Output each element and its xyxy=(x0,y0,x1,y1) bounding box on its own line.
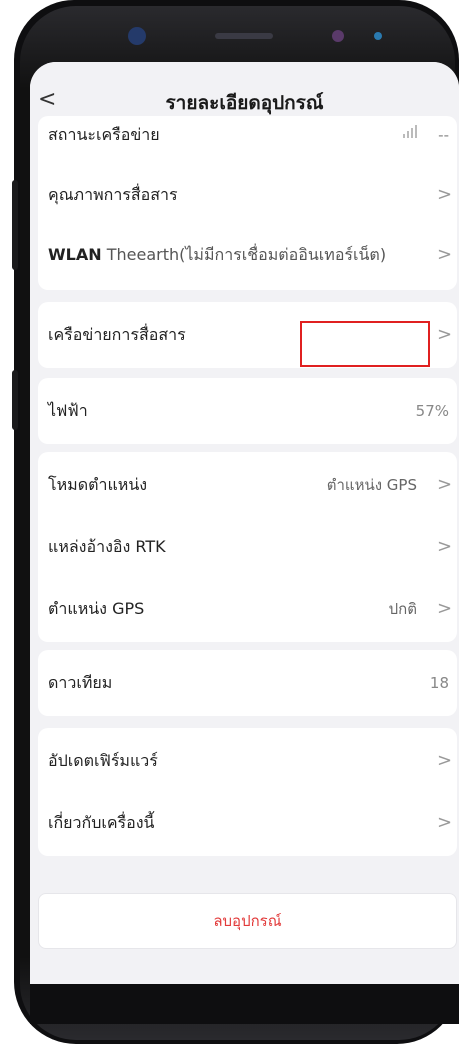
app-screen: < รายละเอียดอุปกรณ์ สถานะเครือข่าย -- คุ… xyxy=(30,62,459,984)
row-label: แหล่งอ้างอิง RTK xyxy=(48,537,166,556)
battery-value: 57% xyxy=(415,402,449,420)
chevron-right-icon: > xyxy=(437,598,453,619)
network-status-value: -- xyxy=(438,126,449,144)
volume-button xyxy=(12,180,18,270)
earpiece-speaker xyxy=(215,33,273,39)
gps-position-row[interactable]: ตำแหน่ง GPS ปกติ > xyxy=(38,576,457,642)
row-label: อัปเดตเฟิร์มแวร์ xyxy=(48,751,158,770)
about-card: อัปเดตเฟิร์มแวร์ > เกี่ยวกับเครื่องนี้ > xyxy=(38,728,457,856)
firmware-update-row[interactable]: อัปเดตเฟิร์มแวร์ > xyxy=(38,728,457,794)
satellite-count: 18 xyxy=(429,674,449,692)
position-card: โหมดตำแหน่ง ตำแหน่ง GPS > แหล่งอ้างอิง R… xyxy=(38,452,457,642)
chevron-right-icon: > xyxy=(437,536,453,557)
signal-icon xyxy=(403,124,421,138)
satellite-card: ดาวเทียม 18 xyxy=(38,650,457,716)
delete-device-button[interactable]: ลบอุปกรณ์ xyxy=(38,893,457,949)
about-device-row[interactable]: เกี่ยวกับเครื่องนี้ > xyxy=(38,790,457,856)
highlight-box xyxy=(300,321,430,367)
phone-bottom-bezel xyxy=(30,984,459,1024)
gps-position-value: ปกติ xyxy=(388,600,417,618)
row-label: เครือข่ายการสื่อสาร xyxy=(48,325,186,344)
row-label: เกี่ยวกับเครื่องนี้ xyxy=(48,813,155,832)
comm-quality-row[interactable]: คุณภาพการสื่อสาร > xyxy=(38,162,457,228)
rtk-source-row[interactable]: แหล่งอ้างอิง RTK > xyxy=(38,514,457,580)
wlan-ssid: Theearth(ไม่มีการเชื่อมต่ออินเทอร์เน็ต) xyxy=(106,245,387,264)
wlan-row[interactable]: WLAN Theearth(ไม่มีการเชื่อมต่ออินเทอร์เ… xyxy=(38,222,457,288)
position-mode-value: ตำแหน่ง GPS xyxy=(326,476,417,494)
row-label: โหมดตำแหน่ง xyxy=(48,475,148,494)
network-status-row[interactable]: สถานะเครือข่าย -- xyxy=(38,102,457,168)
chevron-right-icon: > xyxy=(437,324,453,345)
sensor-led xyxy=(374,32,382,40)
position-mode-row[interactable]: โหมดตำแหน่ง ตำแหน่ง GPS > xyxy=(38,452,457,518)
row-label: ตำแหน่ง GPS xyxy=(48,599,145,618)
battery-row: ไฟฟ้า 57% xyxy=(38,378,457,444)
chevron-right-icon: > xyxy=(437,244,453,265)
row-label: คุณภาพการสื่อสาร xyxy=(48,185,178,204)
chevron-right-icon: > xyxy=(437,812,453,833)
row-label: WLAN Theearth(ไม่มีการเชื่อมต่ออินเทอร์เ… xyxy=(48,222,386,288)
chevron-right-icon: > xyxy=(437,750,453,771)
status-bar xyxy=(30,62,459,78)
power-button xyxy=(12,370,18,430)
power-card: ไฟฟ้า 57% xyxy=(38,378,457,444)
network-card: สถานะเครือข่าย -- คุณภาพการสื่อสาร > WLA… xyxy=(38,116,457,290)
wlan-label: WLAN xyxy=(48,245,102,264)
chevron-right-icon: > xyxy=(437,184,453,205)
satellite-row: ดาวเทียม 18 xyxy=(38,650,457,716)
sensor-dot xyxy=(332,30,344,42)
row-label: ไฟฟ้า xyxy=(48,401,88,420)
front-camera xyxy=(128,27,146,45)
chevron-right-icon: > xyxy=(437,474,453,495)
row-label: ดาวเทียม xyxy=(48,673,113,692)
row-label: สถานะเครือข่าย xyxy=(48,125,160,144)
